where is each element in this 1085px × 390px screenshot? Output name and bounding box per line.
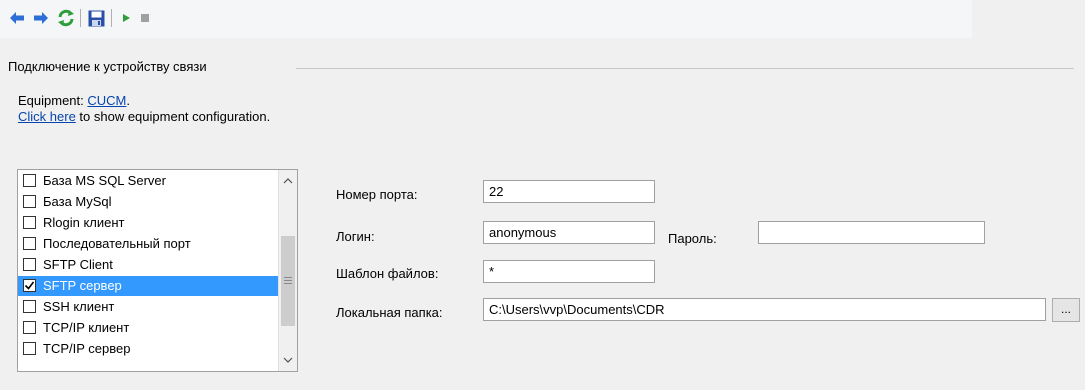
list-item-label: Последовательный порт — [43, 236, 191, 251]
file-template-input[interactable] — [483, 260, 655, 283]
grip-line — [284, 283, 292, 284]
toolbar — [0, 0, 972, 38]
arrow-left-icon — [10, 12, 24, 24]
list-item[interactable]: TCP/IP клиент — [18, 318, 278, 338]
refresh-icon — [58, 9, 74, 27]
save-button[interactable] — [86, 8, 106, 28]
forward-button[interactable] — [31, 8, 51, 28]
list-item[interactable]: SFTP Client — [18, 255, 278, 275]
stop-icon — [141, 14, 149, 22]
list-item[interactable]: Последовательный порт — [18, 234, 278, 254]
list-item-label: TCP/IP клиент — [43, 320, 130, 335]
toolbar-separator — [111, 9, 112, 27]
show-config-link[interactable]: Click here — [18, 109, 76, 124]
login-input[interactable] — [483, 221, 655, 244]
grip-line — [284, 280, 292, 281]
equipment-prefix: Equipment: — [18, 93, 88, 108]
checkbox[interactable] — [23, 300, 36, 313]
login-label: Логин: — [336, 229, 375, 244]
list-scrollbar[interactable] — [278, 170, 297, 371]
file-template-label: Шаблон файлов: — [336, 266, 439, 281]
checkbox[interactable] — [23, 342, 36, 355]
checkmark-icon — [24, 281, 35, 290]
checkbox[interactable] — [23, 174, 36, 187]
scroll-down-button[interactable] — [279, 351, 297, 369]
checkbox[interactable] — [23, 321, 36, 334]
list-item[interactable]: Rlogin клиент — [18, 213, 278, 233]
equipment-config-line: Click here to show equipment configurati… — [18, 109, 270, 124]
grip-line — [284, 277, 292, 278]
toolbar-separator — [80, 9, 81, 27]
local-folder-input[interactable] — [483, 298, 1046, 321]
scroll-thumb[interactable] — [281, 236, 295, 326]
list-item[interactable]: TCP/IP сервер — [18, 339, 278, 359]
list-item[interactable]: SSH клиент — [18, 297, 278, 317]
chevron-up-icon — [283, 178, 293, 184]
list-item-label: База MySql — [43, 194, 112, 209]
checkbox[interactable] — [23, 258, 36, 271]
list-item[interactable]: База MS SQL Server — [18, 171, 278, 191]
equipment-link[interactable]: CUCM — [87, 93, 126, 108]
port-input[interactable] — [483, 180, 655, 203]
checkbox[interactable] — [23, 216, 36, 229]
scroll-up-button[interactable] — [279, 172, 297, 190]
checkbox[interactable] — [23, 195, 36, 208]
back-button[interactable] — [7, 8, 27, 28]
refresh-button[interactable] — [56, 8, 76, 28]
password-input[interactable] — [758, 221, 985, 244]
stop-button[interactable] — [135, 8, 155, 28]
group-divider — [296, 68, 1074, 69]
checkbox[interactable] — [23, 237, 36, 250]
group-title: Подключение к устройству связи — [8, 59, 207, 74]
list-item-label: SFTP сервер — [43, 278, 122, 293]
list-item[interactable]: SFTP сервер — [18, 276, 278, 296]
save-icon — [88, 10, 104, 26]
play-icon — [123, 14, 130, 22]
equipment-line: Equipment: CUCM. — [18, 93, 130, 108]
list-item-label: SFTP Client — [43, 257, 113, 272]
config-text: to show equipment configuration. — [75, 109, 271, 124]
connection-type-list[interactable]: База MS SQL Server База MySql Rlogin клиен… — [17, 169, 298, 372]
port-label: Номер порта: — [336, 187, 418, 202]
arrow-right-icon — [34, 12, 48, 24]
password-label: Пароль: — [668, 231, 717, 246]
play-button[interactable] — [116, 8, 136, 28]
list-item-label: SSH клиент — [43, 299, 115, 314]
list-item-label: TCP/IP сервер — [43, 341, 131, 356]
chevron-down-icon — [283, 357, 293, 363]
list-item[interactable]: База MySql — [18, 192, 278, 212]
checkbox[interactable] — [23, 279, 36, 292]
list-item-label: База MS SQL Server — [43, 173, 166, 188]
local-folder-label: Локальная папка: — [336, 305, 443, 320]
list-item-label: Rlogin клиент — [43, 215, 125, 230]
equipment-suffix: . — [126, 93, 130, 108]
browse-button[interactable]: ... — [1052, 298, 1080, 322]
